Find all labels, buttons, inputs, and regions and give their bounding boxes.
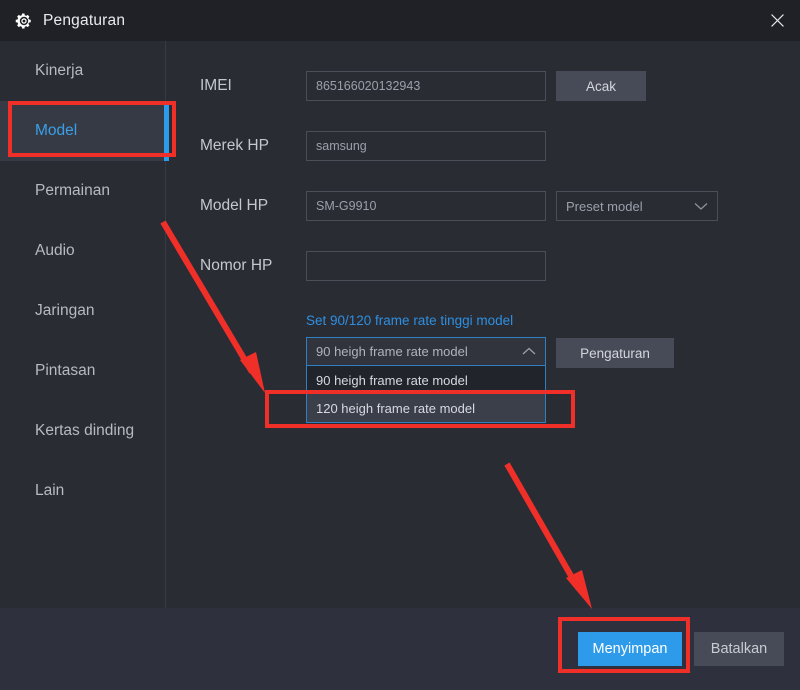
chevron-up-icon — [522, 347, 536, 356]
title-bar: Pengaturan — [0, 0, 800, 41]
phone-number-input[interactable] — [306, 251, 546, 281]
imei-label: IMEI — [200, 77, 232, 94]
imei-row: IMEI Acak — [166, 66, 800, 106]
sidebar-item-model[interactable]: Model — [0, 101, 169, 161]
sidebar-item-label: Kinerja — [35, 62, 84, 79]
sidebar-item-label: Jaringan — [35, 302, 95, 319]
footer-bar: Menyimpan Batalkan — [0, 608, 800, 690]
settings-window: Pengaturan Kinerja Model Permainan Audio… — [0, 0, 800, 690]
sidebar-item-label: Pintasan — [35, 362, 96, 379]
sidebar-item-pintasan[interactable]: Pintasan — [0, 341, 165, 401]
frame-rate-link[interactable]: Set 90/120 frame rate tinggi model — [306, 313, 513, 328]
phone-number-label: Nomor HP — [200, 257, 273, 274]
sidebar-item-label: Lain — [35, 482, 65, 499]
sidebar-item-label: Model — [35, 122, 78, 139]
frame-rate-option-label: 120 heigh frame rate model — [316, 400, 475, 416]
frame-rate-dropdown-list: 90 heigh frame rate model 120 heigh fram… — [306, 366, 546, 423]
model-row: Model HP Preset model — [166, 186, 800, 226]
sidebar-item-kinerja[interactable]: Kinerja — [0, 41, 165, 101]
cancel-button[interactable]: Batalkan — [694, 632, 784, 666]
brand-input[interactable] — [306, 131, 546, 161]
sidebar-item-kertas-dinding[interactable]: Kertas dinding — [0, 401, 165, 461]
frame-rate-settings-button[interactable]: Pengaturan — [556, 338, 674, 368]
sidebar-item-label: Kertas dinding — [35, 422, 135, 439]
sidebar-item-permainan[interactable]: Permainan — [0, 161, 165, 221]
model-label: Model HP — [200, 197, 269, 214]
sidebar-item-label: Permainan — [35, 182, 110, 199]
preset-model-select[interactable]: Preset model — [556, 191, 718, 221]
brand-label: Merek HP — [200, 137, 269, 154]
preset-model-value: Preset model — [566, 198, 643, 214]
frame-rate-select[interactable]: 90 heigh frame rate model — [306, 337, 546, 366]
model-settings-panel: IMEI Acak Merek HP Model HP Preset model — [166, 41, 800, 608]
model-input[interactable] — [306, 191, 546, 221]
sidebar-item-audio[interactable]: Audio — [0, 221, 165, 281]
frame-rate-option-90[interactable]: 90 heigh frame rate model — [307, 366, 545, 394]
content-area: Kinerja Model Permainan Audio Jaringan P… — [0, 41, 800, 608]
imei-input[interactable] — [306, 71, 546, 101]
close-icon[interactable] — [754, 0, 800, 41]
chevron-down-icon — [694, 202, 708, 211]
sidebar: Kinerja Model Permainan Audio Jaringan P… — [0, 41, 169, 608]
window-title: Pengaturan — [43, 11, 126, 29]
gear-icon — [15, 12, 33, 30]
save-button[interactable]: Menyimpan — [578, 632, 682, 666]
sidebar-item-jaringan[interactable]: Jaringan — [0, 281, 165, 341]
imei-randomize-button[interactable]: Acak — [556, 71, 646, 101]
sidebar-item-label: Audio — [35, 242, 75, 259]
brand-row: Merek HP — [166, 126, 800, 166]
frame-rate-option-label: 90 heigh frame rate model — [316, 372, 468, 388]
frame-rate-option-120[interactable]: 120 heigh frame rate model — [307, 394, 545, 422]
phone-number-row: Nomor HP — [166, 246, 800, 286]
sidebar-item-lain[interactable]: Lain — [0, 461, 165, 521]
frame-rate-selected-value: 90 heigh frame rate model — [316, 344, 468, 359]
